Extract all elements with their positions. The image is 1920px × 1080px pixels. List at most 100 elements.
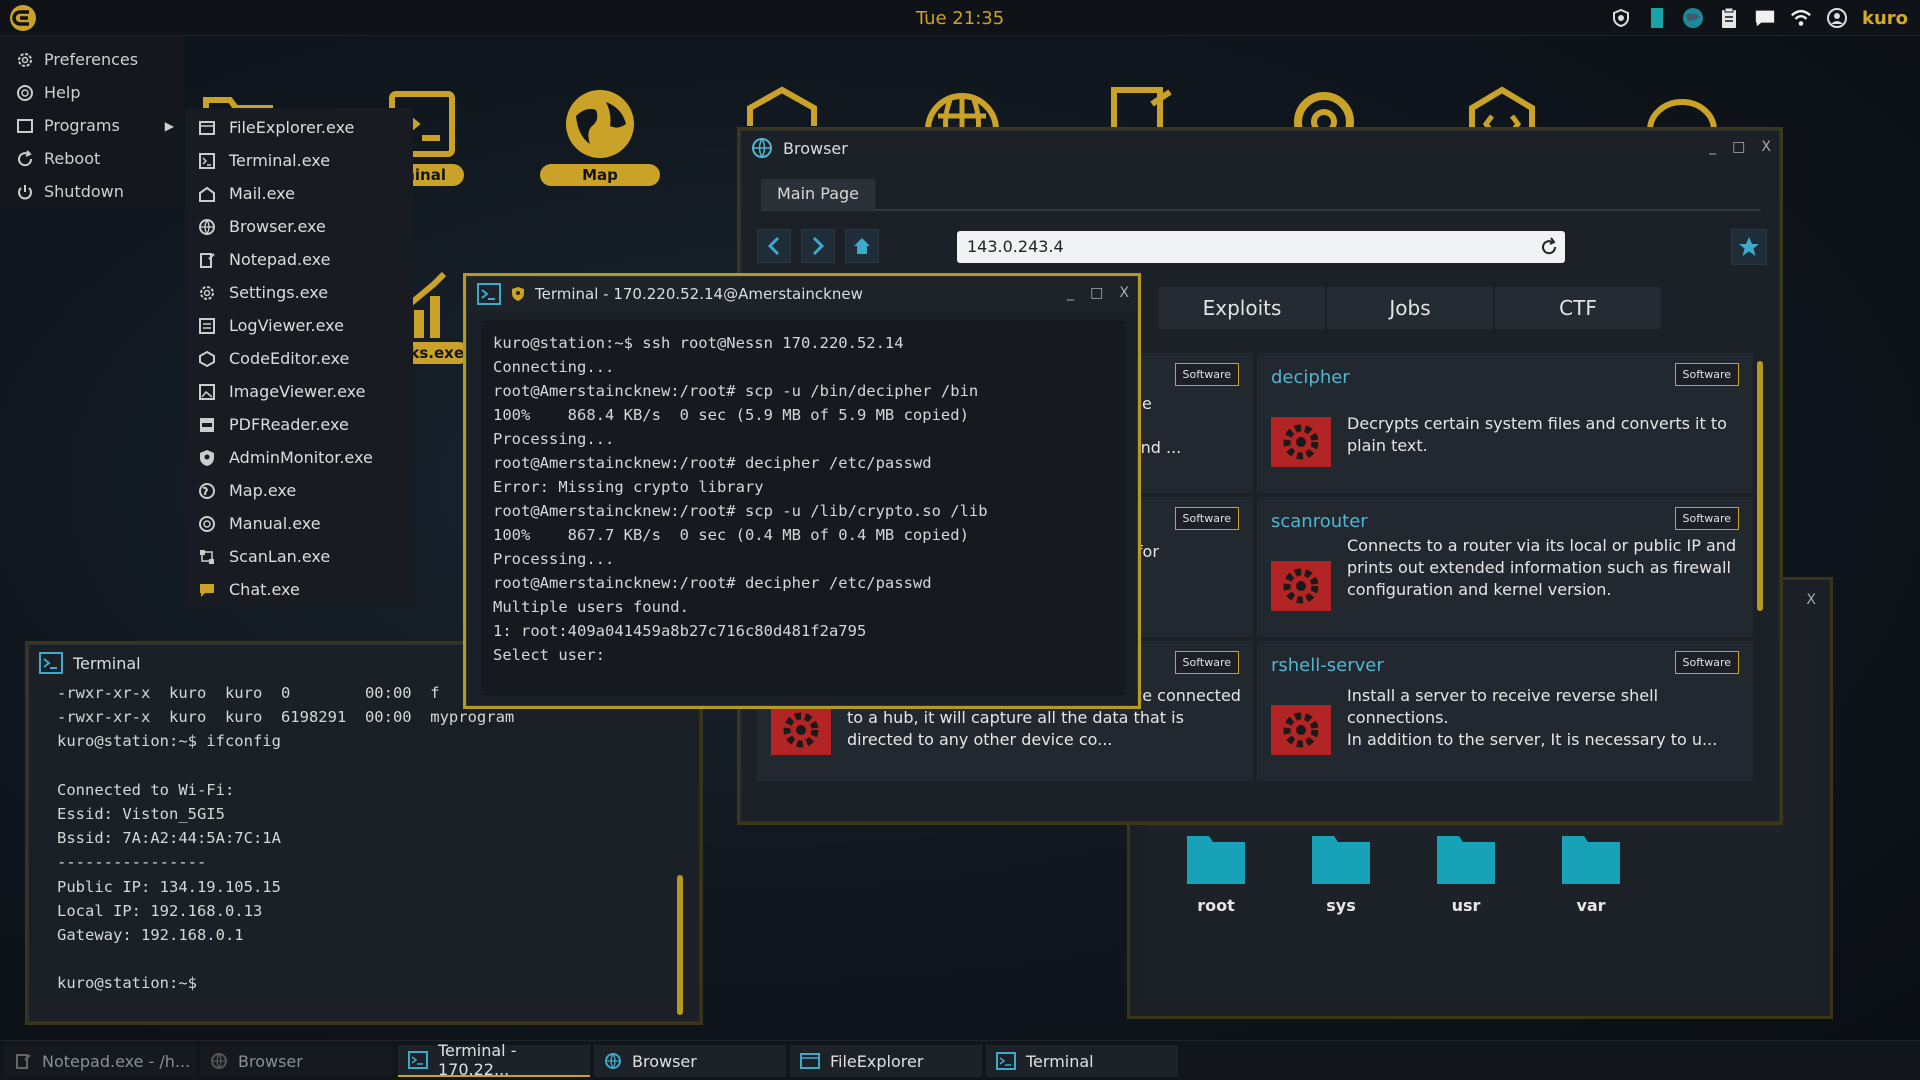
username[interactable]: kuro [1862,8,1908,29]
terminal-output[interactable]: -rwxr-xr-x kuro kuro 0 00:00 f -rwxr-xr-… [45,681,685,1013]
terminal-icon [408,1051,428,1069]
taskbar-item-notepad[interactable]: Notepad.exe - /h... [4,1045,196,1077]
program-label: LogViewer.exe [229,316,344,335]
maximize-button[interactable]: □ [1732,139,1745,155]
folder-item-sys[interactable]: sys [1291,830,1391,915]
folder-item-usr[interactable]: usr [1416,830,1516,915]
software-badge: Software [1174,651,1239,674]
taskbar-item-terminal-remote[interactable]: Terminal - 170.22... [398,1041,590,1079]
software-badge: Software [1674,507,1739,530]
software-card[interactable]: decipher Software Decrypts certain syste… [1257,353,1753,493]
gear-icon [197,283,217,303]
desktop-icon-browser[interactable] [922,86,1002,136]
window-title: Browser [783,138,848,158]
software-card[interactable]: scanrouter Software Connects to a router… [1257,497,1753,637]
url-input[interactable]: 143.0.243.4 [957,231,1565,263]
menu-item-shutdown[interactable]: Shutdown [0,175,184,208]
folder-item-var[interactable]: var [1541,830,1641,915]
terminal-output[interactable]: kuro@station:~$ ssh root@Nessn 170.220.5… [481,321,1125,695]
folder-item-root[interactable]: root [1166,830,1266,915]
software-card[interactable]: rshell-server Software Install a server … [1257,641,1753,781]
taskbar-item-browser[interactable]: Browser [200,1045,392,1077]
software-gear-icon [1271,557,1331,611]
desktop-icon-settings[interactable] [1284,86,1364,136]
program-item-settings[interactable]: Settings.exe [185,276,413,309]
menu-item-preferences[interactable]: Preferences [0,43,184,76]
clipboard-icon[interactable] [1718,7,1740,29]
home-button[interactable] [845,229,879,263]
scrollbar-thumb[interactable] [677,875,683,1015]
folder-icon [1562,836,1620,884]
software-badge: Software [1174,363,1239,386]
software-title[interactable]: scanrouter [1271,511,1368,532]
scrollbar-thumb[interactable] [1757,361,1763,611]
program-label: Mail.exe [229,184,295,203]
program-item-mail[interactable]: Mail.exe [185,177,413,210]
window-title: Terminal [73,653,141,673]
taskbar-item-terminal[interactable]: Terminal [986,1045,1178,1077]
tab-main-page[interactable]: Main Page [761,179,876,209]
tab-exploits[interactable]: Exploits [1159,287,1325,329]
browser-titlebar[interactable]: Browser [741,131,1779,165]
top-bar: Tue 21:35 kuro [0,0,1920,36]
user-avatar-icon[interactable] [1826,7,1848,29]
software-title[interactable]: decipher [1271,367,1350,388]
bookmark-button[interactable] [1731,229,1767,265]
program-item-logviewer[interactable]: LogViewer.exe [185,309,413,342]
close-button[interactable]: X [1806,592,1816,608]
tab-jobs[interactable]: Jobs [1327,287,1493,329]
desktop-icon-notepad[interactable] [1104,86,1184,136]
pdf-icon [197,415,217,435]
program-item-codeeditor[interactable]: CodeEditor.exe [185,342,413,375]
program-item-scanlan[interactable]: ScanLan.exe [185,540,413,573]
back-button[interactable] [757,229,791,263]
admin-shield-icon [197,448,217,468]
program-item-imageviewer[interactable]: ImageViewer.exe [185,375,413,408]
desktop-icon-codeeditor[interactable] [1462,86,1542,136]
shield-icon[interactable] [1610,7,1632,29]
wifi-icon[interactable] [1790,7,1812,29]
program-label: PDFReader.exe [229,415,349,434]
folder-label: usr [1451,896,1481,915]
refresh-icon [16,149,34,168]
maximize-button[interactable]: □ [1090,285,1103,301]
desktop-icon-mail[interactable] [742,86,822,136]
globe-icon [210,1052,228,1070]
program-item-pdfreader[interactable]: PDFReader.exe [185,408,413,441]
software-title[interactable]: rshell-server [1271,655,1384,676]
close-button[interactable]: X [1761,139,1771,155]
forward-button[interactable] [801,229,835,263]
program-item-chat[interactable]: Chat.exe [185,573,413,606]
program-item-fileexplorer[interactable]: FileExplorer.exe [185,111,413,144]
program-item-manual[interactable]: Manual.exe [185,507,413,540]
taskbar-item-fileexplorer[interactable]: FileExplorer [790,1045,982,1077]
menu-item-label: Reboot [44,149,101,168]
battery-icon[interactable] [1646,7,1668,29]
terminal-titlebar[interactable]: Terminal - 170.220.52.14@Amerstaincknew [467,277,1137,311]
desktop-icon-chat[interactable] [1642,86,1722,136]
program-item-notepad[interactable]: Notepad.exe [185,243,413,276]
desktop-icon-map[interactable]: Map [540,86,660,201]
program-item-terminal[interactable]: Terminal.exe [185,144,413,177]
close-button[interactable]: X [1119,285,1129,301]
software-description: Connects to a router via its local or pu… [1347,536,1737,599]
reload-icon[interactable] [1539,237,1559,257]
minimize-button[interactable]: _ [1709,139,1716,155]
menu-item-programs[interactable]: Programs ▶ [0,109,184,142]
tab-ctf[interactable]: CTF [1495,287,1661,329]
taskbar-item-browser-active[interactable]: Browser [594,1045,786,1077]
minimize-button[interactable]: _ [1067,285,1074,301]
program-label: CodeEditor.exe [229,349,350,368]
program-label: Browser.exe [229,217,326,236]
chat-icon[interactable] [1754,7,1776,29]
software-gear-icon [1271,413,1331,467]
menu-item-help[interactable]: Help [0,76,184,109]
file-explorer-icon [800,1052,820,1070]
menu-item-reboot[interactable]: Reboot [0,142,184,175]
program-item-map[interactable]: Map.exe [185,474,413,507]
program-item-adminmonitor[interactable]: AdminMonitor.exe [185,441,413,474]
globe-status-icon[interactable] [1682,7,1704,29]
notepad-icon [14,1052,32,1070]
folder-label: var [1576,896,1606,915]
program-item-browser[interactable]: Browser.exe [185,210,413,243]
